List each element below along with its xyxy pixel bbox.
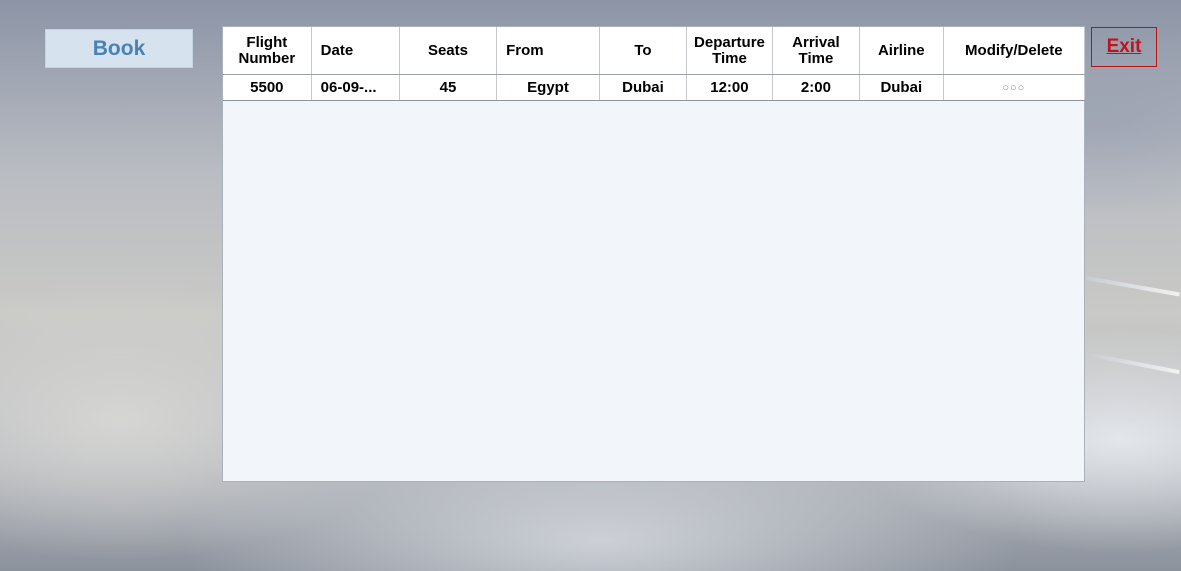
modify-delete-button[interactable]: ○○○ <box>943 74 1086 101</box>
cell-arrival-time[interactable]: 2:00 <box>772 74 860 101</box>
exit-button[interactable]: Exit <box>1091 27 1157 67</box>
column-header-arrival-time[interactable]: Arrival Time <box>772 27 860 75</box>
flights-grid[interactable]: Flight Number Date Seats From To Departu… <box>222 26 1086 482</box>
column-header-flight-number[interactable]: Flight Number <box>223 27 312 75</box>
column-header-departure-time[interactable]: Departure Time <box>686 27 773 75</box>
column-header-seats[interactable]: Seats <box>399 27 498 75</box>
table-row[interactable]: 5500 06-09-... 45 Egypt Dubai 12:00 2:00… <box>223 74 1086 101</box>
flights-table: Flight Number Date Seats From To Departu… <box>223 27 1086 101</box>
cell-airline[interactable]: Dubai <box>859 74 944 101</box>
table-header-row: Flight Number Date Seats From To Departu… <box>223 27 1086 75</box>
airplane-wing-decor <box>1085 276 1180 297</box>
cell-departure-time[interactable]: 12:00 <box>686 74 773 101</box>
column-header-to[interactable]: To <box>599 27 687 75</box>
column-header-date[interactable]: Date <box>311 27 400 75</box>
column-header-modify-delete[interactable]: Modify/Delete <box>943 27 1086 75</box>
airplane-wing-decor-lower <box>1085 352 1180 375</box>
cell-from[interactable]: Egypt <box>496 74 600 101</box>
cell-date[interactable]: 06-09-... <box>311 74 400 101</box>
cell-seats[interactable]: 45 <box>399 74 498 101</box>
column-header-airline[interactable]: Airline <box>859 27 944 75</box>
cell-flight-number[interactable]: 5500 <box>223 74 312 101</box>
cell-to[interactable]: Dubai <box>599 74 687 101</box>
column-header-from[interactable]: From <box>496 27 600 75</box>
book-button[interactable]: Book <box>45 29 193 68</box>
